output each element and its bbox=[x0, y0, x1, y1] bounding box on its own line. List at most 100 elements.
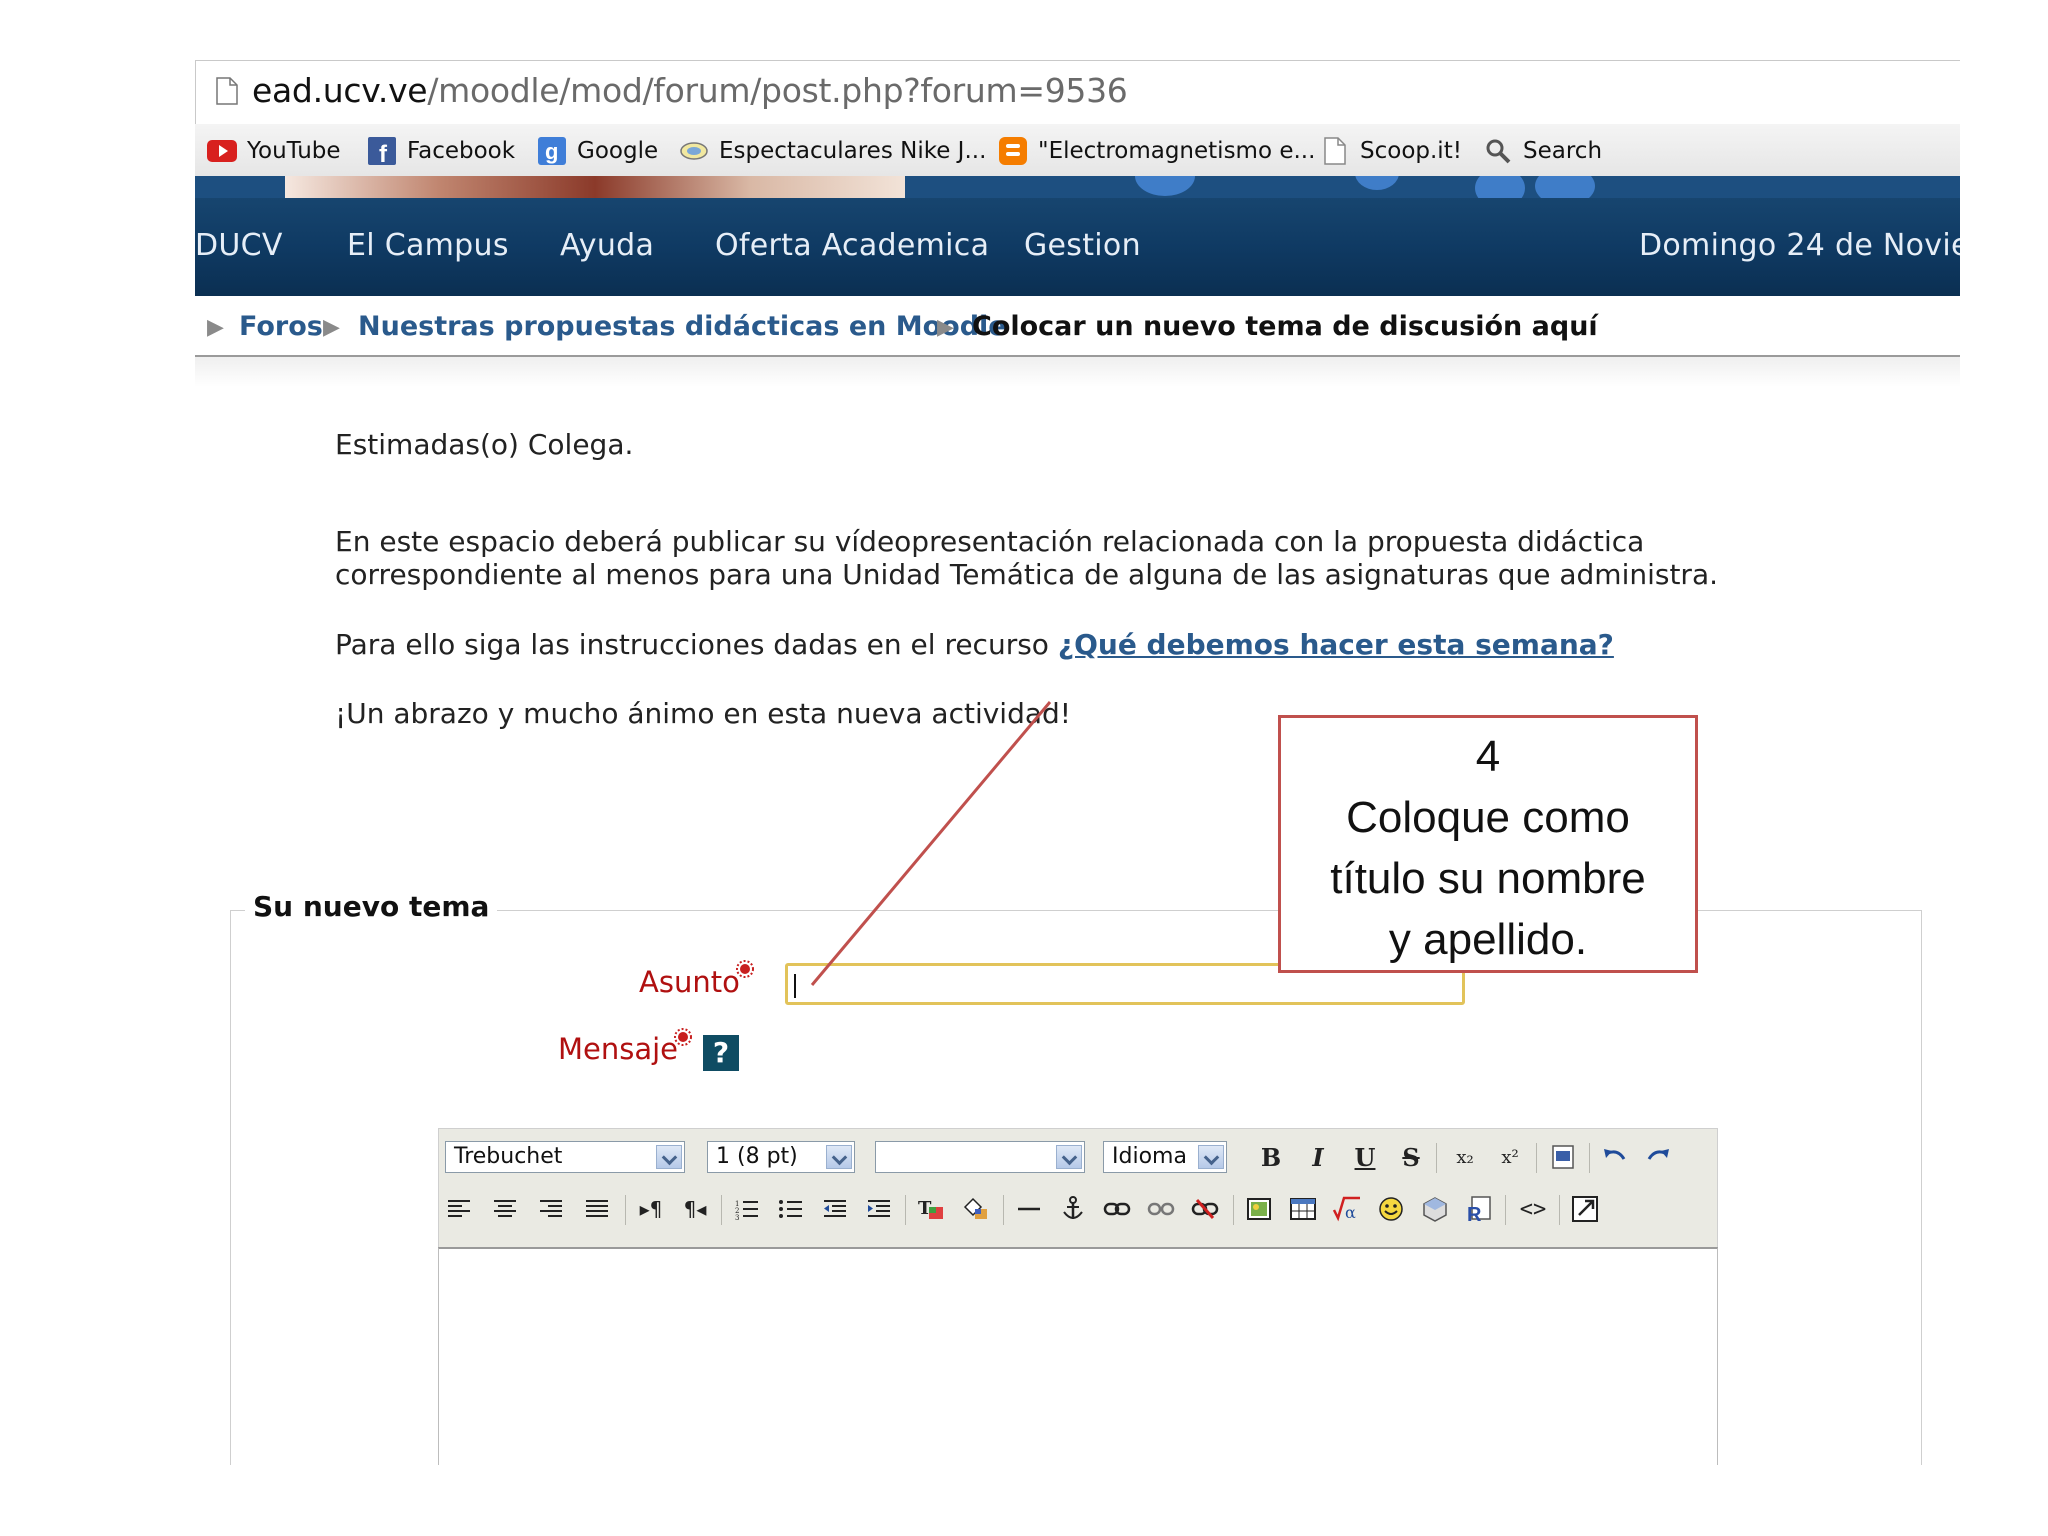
breadcrumb-arrow: ▶ bbox=[207, 315, 224, 340]
banner-decoration bbox=[1535, 176, 1595, 198]
text-color-icon[interactable]: T bbox=[915, 1193, 947, 1225]
banner-decoration bbox=[1355, 176, 1399, 190]
html-source-icon[interactable]: <> bbox=[1517, 1193, 1549, 1225]
align-right-icon[interactable] bbox=[535, 1193, 567, 1225]
intro-instructions: Para ello siga las instrucciones dadas e… bbox=[335, 628, 1614, 661]
unlink-icon[interactable] bbox=[1145, 1193, 1177, 1225]
indent-icon[interactable] bbox=[863, 1193, 895, 1225]
bookmark-label: Google bbox=[577, 138, 659, 164]
smiley-icon[interactable] bbox=[1375, 1193, 1407, 1225]
bookmark-label: Facebook bbox=[407, 138, 516, 164]
undo-icon[interactable] bbox=[1599, 1141, 1631, 1173]
insert-formula-icon[interactable]: α bbox=[1331, 1193, 1363, 1225]
ltr-icon[interactable]: ▸¶ bbox=[635, 1193, 667, 1225]
italic-button[interactable]: I bbox=[1302, 1141, 1334, 1173]
search-replace-icon[interactable]: R bbox=[1463, 1193, 1495, 1225]
chevron-down-icon bbox=[1198, 1145, 1224, 1169]
chevron-down-icon bbox=[826, 1145, 852, 1169]
svg-text:R: R bbox=[1467, 1204, 1482, 1223]
bookmark-youtube[interactable]: YouTube bbox=[207, 136, 341, 166]
nike-icon bbox=[679, 136, 709, 166]
nav-item-ducv[interactable]: DUCV bbox=[195, 228, 283, 263]
url-path: /moodle/mod/forum/post.php?forum=9536 bbox=[427, 71, 1128, 110]
background-color-icon[interactable] bbox=[959, 1193, 991, 1225]
redo-icon[interactable] bbox=[1642, 1141, 1674, 1173]
intro-paragraph-line: correspondiente al menos para una Unidad… bbox=[335, 558, 1719, 591]
callout-text-line: y apellido. bbox=[1388, 915, 1588, 964]
toolbar-separator bbox=[1003, 1195, 1004, 1225]
anchor-icon[interactable] bbox=[1057, 1193, 1089, 1225]
align-left-icon[interactable] bbox=[443, 1193, 475, 1225]
format-select[interactable] bbox=[875, 1141, 1085, 1173]
underline-button[interactable]: U bbox=[1349, 1141, 1381, 1173]
size-select[interactable]: 1 (8 pt) bbox=[707, 1141, 855, 1173]
insert-table-icon[interactable] bbox=[1287, 1193, 1319, 1225]
bookmark-scoopit[interactable]: Scoop.it! bbox=[1320, 136, 1462, 166]
breadcrumb-foros[interactable]: Foros bbox=[239, 311, 323, 342]
toolbar-separator bbox=[1536, 1143, 1537, 1173]
bookmark-electromagnetismo[interactable]: "Electromagnetismo e... bbox=[998, 136, 1315, 166]
toolbar-separator bbox=[1589, 1143, 1590, 1173]
justify-icon[interactable] bbox=[581, 1193, 613, 1225]
banner-decoration bbox=[1135, 176, 1195, 196]
strikethrough-button[interactable]: S bbox=[1395, 1141, 1427, 1173]
superscript-icon[interactable]: x² bbox=[1494, 1141, 1526, 1173]
unordered-list-icon[interactable] bbox=[775, 1193, 807, 1225]
intro-instructions-text: Para ello siga las instrucciones dadas e… bbox=[335, 628, 1058, 661]
url-text[interactable]: ead.ucv.ve/moodle/mod/forum/post.php?for… bbox=[252, 71, 1128, 110]
link-icon[interactable] bbox=[1101, 1193, 1133, 1225]
search-icon bbox=[1483, 136, 1513, 166]
ordered-list-icon[interactable]: 123 bbox=[731, 1193, 763, 1225]
rtl-icon[interactable]: ¶◂ bbox=[679, 1193, 711, 1225]
google-icon: g bbox=[537, 136, 567, 166]
nolink-icon[interactable] bbox=[1189, 1193, 1221, 1225]
toolbar-separator bbox=[721, 1195, 722, 1225]
size-select-value: 1 (8 pt) bbox=[716, 1144, 798, 1169]
nav-item-gestion[interactable]: Gestion bbox=[1024, 228, 1141, 263]
nav-item-ayuda[interactable]: Ayuda bbox=[560, 228, 654, 263]
horizontal-rule-icon[interactable] bbox=[1013, 1193, 1045, 1225]
bookmark-facebook[interactable]: f Facebook bbox=[367, 136, 515, 166]
align-center-icon[interactable] bbox=[489, 1193, 521, 1225]
bookmark-google[interactable]: g Google bbox=[537, 136, 658, 166]
banner-image bbox=[285, 176, 905, 198]
breadcrumb-forum[interactable]: Nuestras propuestas didácticas en Moodle bbox=[358, 311, 1007, 342]
text-caret bbox=[794, 974, 796, 998]
nav-item-el-campus[interactable]: El Campus bbox=[347, 228, 509, 263]
svg-text:3: 3 bbox=[735, 1214, 739, 1220]
nav-date: Domingo 24 de Noviemb bbox=[1639, 228, 1960, 263]
paste-word-icon[interactable] bbox=[1547, 1141, 1579, 1173]
toolbar-separator bbox=[1233, 1195, 1234, 1225]
help-button[interactable]: ? bbox=[703, 1035, 739, 1071]
required-icon bbox=[674, 1028, 692, 1046]
bookmark-label: Search bbox=[1523, 138, 1603, 164]
bold-button[interactable]: B bbox=[1255, 1141, 1287, 1173]
bookmark-nike[interactable]: Espectaculares Nike J... bbox=[679, 136, 986, 166]
message-editor[interactable] bbox=[438, 1247, 1718, 1465]
subscript-icon[interactable]: x₂ bbox=[1449, 1141, 1481, 1173]
toolbar-separator bbox=[1436, 1143, 1437, 1173]
toolbar-separator bbox=[1505, 1195, 1506, 1225]
url-host: ead.ucv.ve bbox=[252, 71, 428, 110]
breadcrumb-current: Colocar un nuevo tema de discusión aquí bbox=[972, 311, 1598, 342]
address-bar[interactable]: ead.ucv.ve/moodle/mod/forum/post.php?for… bbox=[195, 60, 1960, 125]
nav-item-oferta-academica[interactable]: Oferta Academica bbox=[715, 228, 989, 263]
banner-decoration bbox=[1475, 176, 1525, 198]
subject-label: Asunto bbox=[639, 965, 740, 999]
screenshot: ead.ucv.ve/moodle/mod/forum/post.php?for… bbox=[195, 60, 1960, 1465]
breadcrumb: ▶ Foros ▶ Nuestras propuestas didácticas… bbox=[195, 305, 1960, 357]
bookmark-search[interactable]: Search bbox=[1483, 136, 1602, 166]
insert-media-icon[interactable] bbox=[1419, 1193, 1451, 1225]
page-icon bbox=[216, 77, 238, 105]
language-select[interactable]: Idioma bbox=[1103, 1141, 1227, 1173]
breadcrumb-arrow: ▶ bbox=[323, 315, 340, 340]
font-select[interactable]: Trebuchet bbox=[445, 1141, 685, 1173]
message-label: Mensaje bbox=[558, 1032, 679, 1066]
callout-step-number: 4 bbox=[1475, 732, 1501, 781]
instructions-link[interactable]: ¿Qué debemos hacer esta semana? bbox=[1058, 628, 1614, 661]
youtube-icon bbox=[207, 136, 237, 166]
chevron-down-icon bbox=[656, 1145, 682, 1169]
insert-image-icon[interactable] bbox=[1243, 1193, 1275, 1225]
outdent-icon[interactable] bbox=[819, 1193, 851, 1225]
fullscreen-icon[interactable] bbox=[1569, 1193, 1601, 1225]
